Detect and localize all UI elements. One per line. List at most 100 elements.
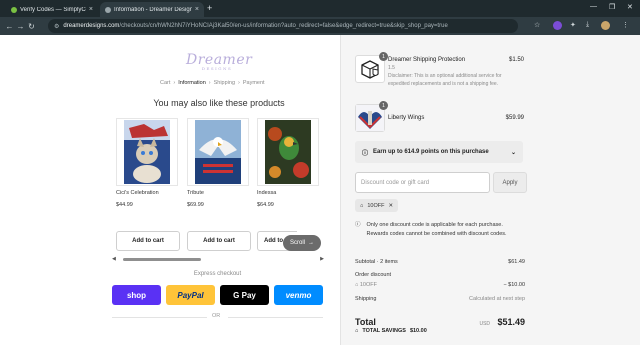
order-discount-value: − $10.00	[503, 282, 525, 288]
total-savings: ⌂ TOTAL SAVINGS $10.00	[355, 328, 427, 334]
product-price: $69.99	[187, 202, 204, 208]
forward-arrow-icon[interactable]: →	[15, 22, 26, 31]
shipping-row: Shipping Calculated at next step	[355, 296, 525, 302]
divider	[228, 317, 323, 318]
product-card[interactable]: Cici's Celebration $44.99	[116, 118, 178, 208]
close-tab-icon[interactable]: ×	[195, 6, 199, 13]
url-path: /checkouts/cn/hWN2hN7iYHoNCIAj3Kal50/en-…	[119, 23, 448, 29]
applied-discount-tag: ⌂ 10OFF ✕	[355, 199, 399, 212]
minimize-icon[interactable]: —	[590, 3, 597, 10]
subtotal-value: $61.49	[508, 259, 525, 265]
star-icon[interactable]: ☆	[534, 21, 540, 29]
breadcrumb-cart[interactable]: Cart	[160, 80, 170, 86]
total-value: $51.49	[497, 317, 525, 327]
discount-code-label: 10OFF	[367, 202, 385, 209]
product-price: $44.99	[116, 202, 133, 208]
store-logo[interactable]: Dreamer DESIGNS	[186, 52, 252, 71]
close-tab-icon[interactable]: ×	[89, 6, 93, 13]
venmo-button[interactable]: venmo	[274, 285, 323, 305]
subtotal-label: Subtotal · 2 items	[355, 259, 398, 265]
window-close-icon[interactable]: ✕	[627, 3, 633, 11]
product-card[interactable]: Tribute $69.99	[187, 118, 249, 208]
item-name: Liberty Wings	[388, 115, 425, 121]
scroll-button[interactable]: Scroll →	[283, 235, 321, 251]
tag-icon: ⌂	[360, 202, 364, 209]
arrow-right-icon: →	[308, 240, 314, 246]
browser-tab-information[interactable]: Information - Dreamer Designs ×	[100, 2, 204, 17]
new-tab-button[interactable]: +	[207, 3, 212, 13]
product-card[interactable]: Indessa $64.99	[257, 118, 319, 208]
product-price: $64.99	[257, 202, 274, 208]
breadcrumb: Cart › Information › Shipping › Payment	[160, 80, 265, 86]
item-variant: 1.5	[388, 65, 395, 71]
site-info-icon[interactable]: ⚙	[54, 23, 59, 30]
shop-pay-button[interactable]: shop	[112, 285, 161, 305]
apply-button[interactable]: Apply	[493, 172, 527, 193]
chevron-right-icon: ›	[208, 80, 211, 86]
quantity-badge: 1	[379, 101, 388, 110]
or-label: OR	[212, 313, 221, 319]
info-icon: ⓘ	[362, 150, 369, 157]
item-price: $1.50	[508, 57, 524, 63]
scroll-label: Scroll	[289, 240, 305, 246]
remove-discount-icon[interactable]: ✕	[388, 203, 393, 209]
browser-tab-verify-codes[interactable]: Verify Codes — SimplyCodes ×	[6, 2, 98, 17]
product-image[interactable]	[116, 118, 178, 186]
notice-text: Only one discount code is applicable for…	[366, 222, 507, 237]
order-discount-label: Order discount	[355, 272, 392, 278]
maximize-icon[interactable]: ❐	[609, 3, 615, 11]
browser-tab-bar: Verify Codes — SimplyCodes × Information…	[0, 0, 640, 17]
currency-label: USD	[479, 321, 491, 327]
extension-icon[interactable]	[553, 21, 562, 30]
breadcrumb-payment: Payment	[242, 80, 265, 86]
scroll-right-icon[interactable]: ▶	[320, 256, 324, 262]
product-image[interactable]	[187, 118, 249, 186]
item-thumbnail: 1	[355, 52, 388, 83]
download-icon[interactable]: ⤓	[586, 21, 589, 29]
package-shield-icon	[361, 60, 379, 79]
paypal-button[interactable]: PayPal	[166, 285, 215, 305]
quantity-badge: 1	[379, 52, 388, 61]
product-name[interactable]: Indessa	[257, 190, 319, 196]
scrollbar-thumb[interactable]	[122, 257, 201, 261]
chevron-down-icon[interactable]: ⌄	[511, 149, 516, 156]
product-image[interactable]	[257, 118, 319, 186]
product-name[interactable]: Tribute	[187, 190, 249, 196]
info-icon: ⓘ	[355, 222, 361, 228]
address-bar[interactable]: ⚙ dreamerdesigns.com /checkouts/cn/hWN2h…	[48, 19, 518, 33]
savings-label: TOTAL SAVINGS	[362, 328, 406, 334]
points-accordion[interactable]: ⓘ Earn up to 614.9 points on this purcha…	[355, 141, 523, 163]
breadcrumb-information: Information	[178, 80, 206, 86]
shipping-label: Shipping	[355, 296, 377, 302]
reload-icon[interactable]: ↻	[26, 22, 37, 31]
express-checkout-label: Express checkout	[193, 271, 242, 277]
puzzle-icon[interactable]: ✦	[570, 21, 576, 29]
discount-notice: ⓘ Only one discount code is applicable f…	[355, 221, 525, 239]
savings-value: $10.00	[409, 328, 427, 334]
browser-toolbar: ← → ↻ ⚙ dreamerdesigns.com /checkouts/cn…	[0, 17, 640, 35]
order-discount-code-text: 10OFF	[359, 282, 377, 288]
chevron-right-icon: ›	[173, 80, 176, 86]
simplycodes-favicon-icon	[11, 6, 17, 13]
add-to-cart-button[interactable]: Add to cart	[116, 231, 180, 251]
tab-title: Information - Dreamer Designs	[114, 6, 192, 13]
back-arrow-icon[interactable]: ←	[4, 22, 15, 31]
tab-title: Verify Codes — SimplyCodes	[20, 6, 86, 13]
order-discount-code: ⌂ 10OFF	[355, 282, 377, 288]
order-discount-detail: ⌂ 10OFF − $10.00	[355, 282, 525, 288]
product-name[interactable]: Cici's Celebration	[116, 190, 178, 196]
profile-icon[interactable]	[601, 21, 610, 30]
subtotal-row: Subtotal · 2 items $61.49	[355, 259, 525, 265]
item-description: Disclaimer: This is an optional addition…	[388, 73, 502, 87]
url-host: dreamerdesigns.com	[63, 23, 120, 29]
scroll-left-icon[interactable]: ◀	[112, 256, 116, 262]
item-thumbnail: 1	[355, 101, 388, 132]
points-text: Earn up to 614.9 points on this purchase	[373, 149, 489, 155]
item-name: Dreamer Shipping Protection	[388, 57, 466, 63]
breadcrumb-shipping: Shipping	[213, 80, 236, 86]
discount-code-input[interactable]: Discount code or gift card	[355, 172, 490, 193]
product-scrollbar[interactable]: ◀ ▶	[112, 256, 324, 262]
menu-icon[interactable]: ⋮	[622, 21, 629, 29]
google-pay-button[interactable]: G Pay	[220, 285, 269, 305]
add-to-cart-button[interactable]: Add to cart	[187, 231, 251, 251]
